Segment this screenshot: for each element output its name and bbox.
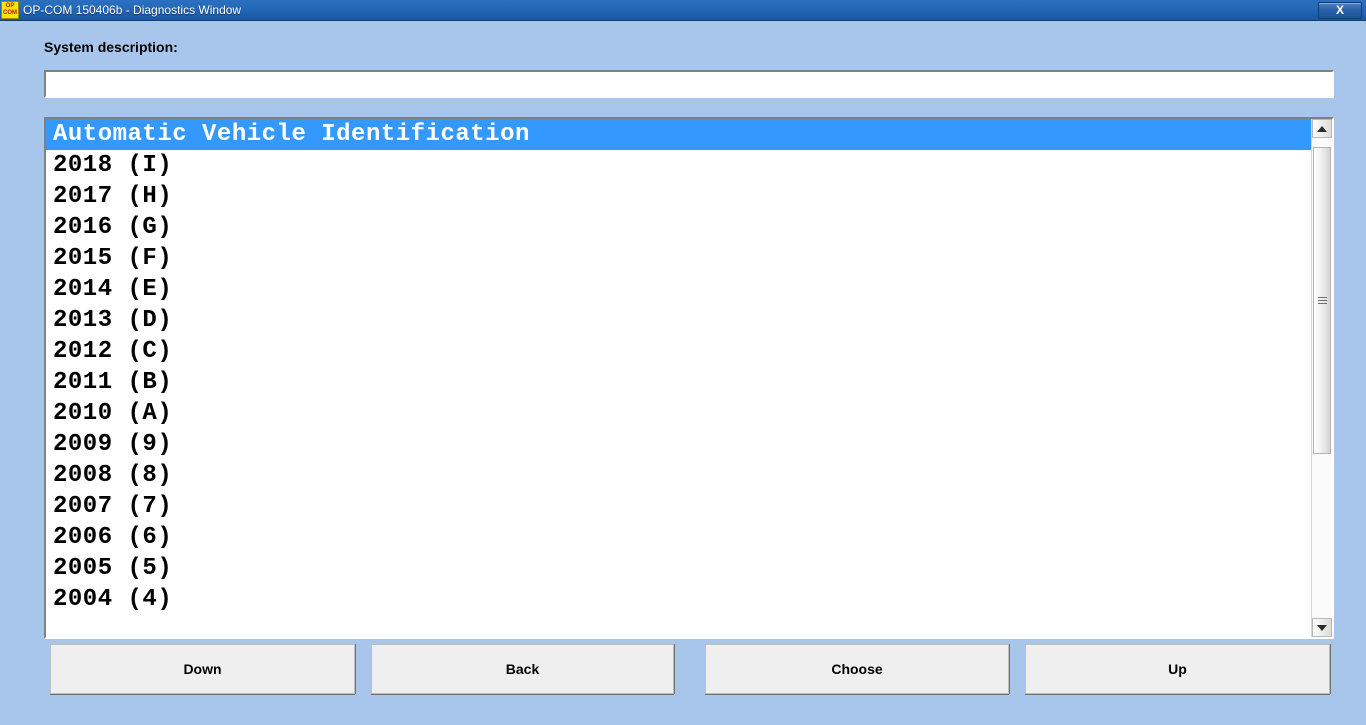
list-item[interactable]: 2015 (F) (46, 243, 1311, 274)
close-button[interactable]: X (1318, 1, 1362, 19)
up-button[interactable]: Up (1025, 644, 1330, 694)
list-item[interactable]: 2014 (E) (46, 274, 1311, 305)
listbox-scrollbar[interactable] (1311, 119, 1332, 637)
arrow-down-icon (1317, 624, 1327, 631)
scrollbar-down-button[interactable] (1312, 618, 1332, 637)
list-item[interactable]: Automatic Vehicle Identification (46, 119, 1311, 150)
window-title: OP-COM 150406b - Diagnostics Window (23, 3, 242, 17)
listbox-items[interactable]: Automatic Vehicle Identification 2018 (I)… (46, 119, 1311, 637)
list-item[interactable]: 2012 (C) (46, 336, 1311, 367)
list-item[interactable]: 2011 (B) (46, 367, 1311, 398)
list-item[interactable]: 2009 (9) (46, 429, 1311, 460)
opcom-logo-icon: OP COM (1, 1, 19, 19)
list-item[interactable]: 2004 (4) (46, 584, 1311, 615)
arrow-up-icon (1317, 125, 1327, 132)
choose-button[interactable]: Choose (705, 644, 1009, 694)
logo-line-2: COM (3, 10, 17, 16)
grip-lines-icon (1317, 297, 1327, 304)
list-item[interactable]: 2007 (7) (46, 491, 1311, 522)
list-item[interactable]: 2005 (5) (46, 553, 1311, 584)
logo-line-1: OP (5, 3, 15, 9)
scrollbar-track[interactable] (1312, 138, 1332, 618)
scrollbar-thumb[interactable] (1313, 147, 1331, 454)
system-description-input[interactable] (44, 70, 1334, 98)
down-button[interactable]: Down (50, 644, 355, 694)
list-item[interactable]: 2010 (A) (46, 398, 1311, 429)
vehicle-year-listbox[interactable]: Automatic Vehicle Identification 2018 (I)… (44, 117, 1334, 639)
list-item[interactable]: 2018 (I) (46, 150, 1311, 181)
system-description-label: System description: (44, 39, 178, 55)
window-titlebar: OP COM OP-COM 150406b - Diagnostics Wind… (0, 0, 1366, 21)
list-item[interactable]: 2013 (D) (46, 305, 1311, 336)
list-item[interactable]: 2016 (G) (46, 212, 1311, 243)
back-button[interactable]: Back (371, 644, 674, 694)
button-bar: Down Back Choose Up (0, 644, 1366, 704)
list-item[interactable]: 2008 (8) (46, 460, 1311, 491)
list-item[interactable]: 2006 (6) (46, 522, 1311, 553)
scrollbar-up-button[interactable] (1312, 119, 1332, 138)
main-content: System description: Automatic Vehicle Id… (0, 22, 1366, 725)
list-item[interactable]: 2017 (H) (46, 181, 1311, 212)
